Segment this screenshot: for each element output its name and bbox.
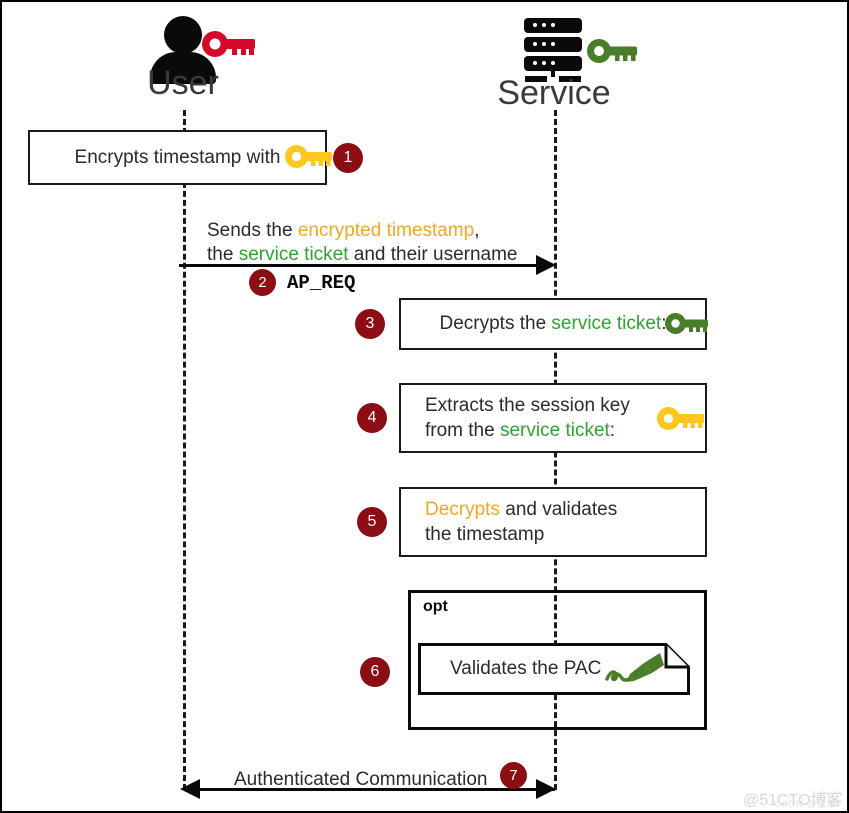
sequence-diagram-canvas: User Service Encrypts timestamp with 1 S… xyxy=(0,0,849,813)
message-arrowhead-step-2 xyxy=(536,255,556,275)
actor-label-user: User xyxy=(147,64,219,102)
server-unit-middle xyxy=(524,37,582,52)
step-badge-2: 2 xyxy=(249,269,276,296)
user-head-shape xyxy=(164,16,202,54)
watermark-subtext: CSDN @运维 xyxy=(774,799,838,809)
action-box-step-1: Encrypts timestamp with xyxy=(28,130,327,185)
step-badge-3: 3 xyxy=(355,309,385,339)
key-icon-user-red xyxy=(202,28,257,60)
action-box-step-3: Decrypts the service ticket: xyxy=(399,298,707,350)
key-icon-step-1-yellow xyxy=(285,142,333,171)
step-badge-1: 1 xyxy=(333,143,363,173)
message-step-2-line-1: Sends the encrypted timestamp, xyxy=(207,220,480,241)
key-icon-service-green xyxy=(587,36,639,66)
action-box-step-4-text: Extracts the session key from the servic… xyxy=(425,394,630,441)
note-validates-pac: Validates the PAC xyxy=(418,643,690,695)
message-arrow-line-step-2 xyxy=(179,264,537,267)
note-validates-pac-text: Validates the PAC xyxy=(450,658,602,679)
server-unit-top xyxy=(524,18,582,33)
action-box-step-5-text: Decrypts and validates the timestamp xyxy=(425,498,618,545)
lifeline-user xyxy=(183,110,186,790)
action-box-step-5: Decrypts and validates the timestamp xyxy=(399,487,707,557)
message-step-2-mono-label: AP_REQ xyxy=(287,272,356,294)
message-arrowhead-left-step-7 xyxy=(180,779,200,799)
step-badge-7: 7 xyxy=(500,762,527,789)
action-box-step-3-text: Decrypts the service ticket: xyxy=(439,313,667,335)
action-box-step-1-text: Encrypts timestamp with xyxy=(74,146,281,168)
opt-fragment-label: opt xyxy=(411,593,479,621)
key-icon-step-3-green xyxy=(665,310,709,337)
message-arrow-line-step-7 xyxy=(184,788,555,791)
step-badge-4: 4 xyxy=(357,403,387,433)
key-icon-step-4-yellow xyxy=(657,404,705,433)
actor-label-service: Service xyxy=(497,74,611,112)
step-badge-5: 5 xyxy=(357,507,387,537)
message-arrowhead-right-step-7 xyxy=(536,779,556,799)
step-badge-6: 6 xyxy=(360,657,390,687)
signature-pen-icon xyxy=(604,651,666,694)
opt-fragment-label-text: opt xyxy=(423,598,448,615)
